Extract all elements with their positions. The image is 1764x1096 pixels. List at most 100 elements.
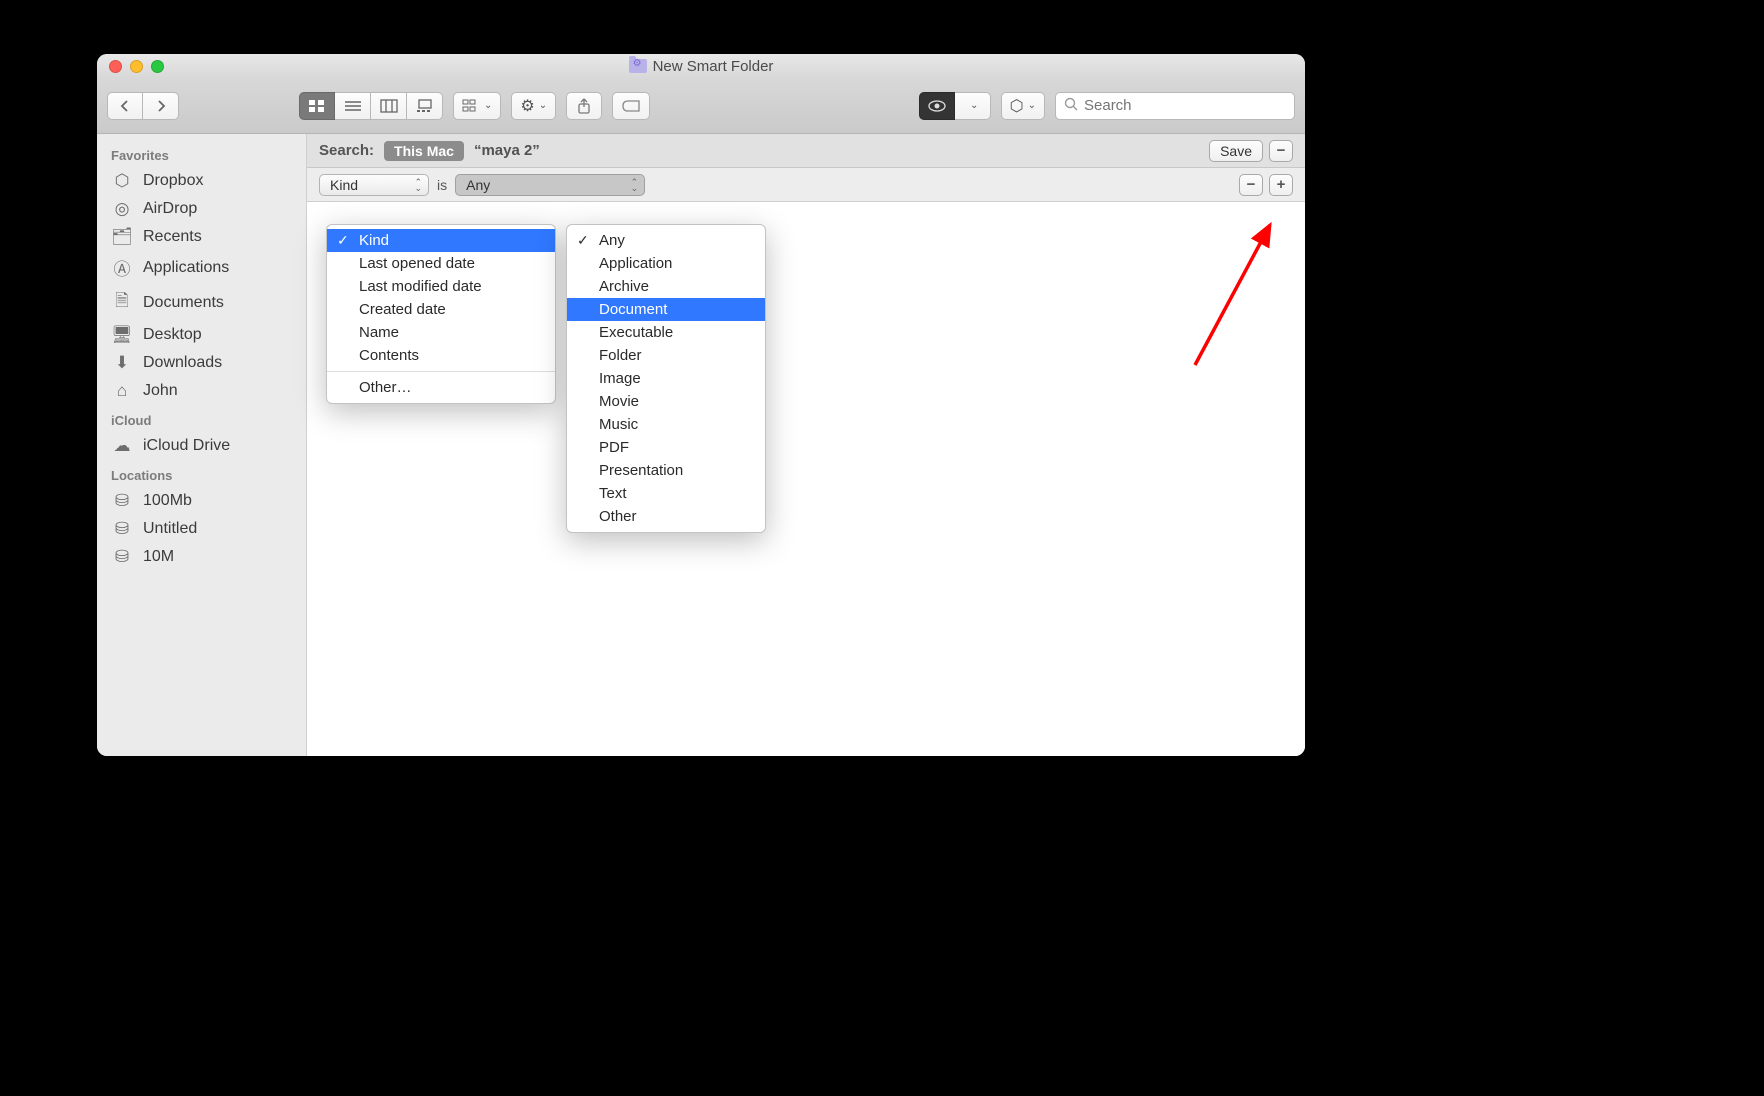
gear-icon: ⚙ <box>520 96 534 116</box>
sidebar-item-label: John <box>143 382 178 400</box>
sidebar-item-untitled[interactable]: ⛁ Untitled <box>97 515 306 543</box>
sidebar: Favorites⬡Dropbox◎AirDrop🗂RecentsⒶApplic… <box>97 134 307 756</box>
disk-icon: ⛁ <box>111 547 133 567</box>
dropdown-item-created-date[interactable]: Created date <box>327 298 555 321</box>
titlebar: New Smart Folder <box>97 54 1305 78</box>
dropdown-item-text[interactable]: Text <box>567 482 765 505</box>
dropdown-item-folder[interactable]: Folder <box>567 344 765 367</box>
sidebar-item-icloud-drive[interactable]: ☁iCloud Drive <box>97 432 306 460</box>
group-by-button[interactable]: ⌄ <box>453 92 501 120</box>
dropdown-item-label: Music <box>599 416 638 433</box>
view-column-mode-button[interactable] <box>371 92 407 120</box>
dropdown-item-document[interactable]: Document <box>567 298 765 321</box>
window-title: New Smart Folder <box>653 58 774 75</box>
recents-icon: 🗂 <box>111 227 133 247</box>
share-button[interactable] <box>566 92 602 120</box>
dropdown-item-contents[interactable]: Contents <box>327 344 555 367</box>
view-gallery-mode-button[interactable] <box>407 92 443 120</box>
sidebar-item-label: 100Mb <box>143 492 192 510</box>
search-label: Search: <box>319 142 374 159</box>
scope-this-mac[interactable]: This Mac <box>384 141 464 161</box>
dropdown-item-label: Document <box>599 301 667 318</box>
window-zoom-button[interactable] <box>151 60 164 73</box>
dropdown-item-application[interactable]: Application <box>567 252 765 275</box>
dropbox-icon: ⬡ <box>1010 96 1024 116</box>
dropdown-item-music[interactable]: Music <box>567 413 765 436</box>
criteria-value-select[interactable]: Any ⌃⌄ <box>455 174 645 196</box>
updown-icon: ⌃⌄ <box>414 179 422 191</box>
dropdown-item-executable[interactable]: Executable <box>567 321 765 344</box>
criteria-value: Any <box>466 177 490 193</box>
dropdown-item-movie[interactable]: Movie <box>567 390 765 413</box>
chevron-down-icon: ⌄ <box>970 100 978 111</box>
airdrop-icon: ◎ <box>111 199 133 219</box>
window-close-button[interactable] <box>109 60 122 73</box>
view-icon-mode-button[interactable] <box>299 92 335 120</box>
chevron-down-icon: ⌄ <box>1028 100 1036 111</box>
criteria-attribute-select[interactable]: Kind ⌃⌄ <box>319 174 429 196</box>
remove-search-button[interactable]: − <box>1269 140 1293 162</box>
action-button[interactable]: ⚙ ⌄ <box>511 92 556 120</box>
applications-icon: Ⓐ <box>111 255 133 280</box>
sidebar-item-recents[interactable]: 🗂Recents <box>97 223 306 251</box>
tags-button[interactable] <box>612 92 650 120</box>
dropdown-item-other[interactable]: Other <box>567 505 765 528</box>
disk-icon: ⛁ <box>111 491 133 511</box>
add-criteria-button[interactable]: + <box>1269 174 1293 196</box>
dropdown-item-pdf[interactable]: PDF <box>567 436 765 459</box>
dropdown-item-label: Any <box>599 232 625 249</box>
sidebar-item-downloads[interactable]: ⬇Downloads <box>97 349 306 377</box>
dropdown-item-label: Last modified date <box>359 278 482 295</box>
sidebar-item-100mb[interactable]: ⛁ 100Mb <box>97 487 306 515</box>
home-icon: ⌂ <box>111 381 133 401</box>
dropdown-item-last-modified-date[interactable]: Last modified date <box>327 275 555 298</box>
forward-button[interactable] <box>143 92 179 120</box>
dropdown-separator <box>327 371 555 372</box>
dropdown-item-label: Archive <box>599 278 649 295</box>
smart-folder-icon <box>629 59 647 73</box>
sidebar-item-desktop[interactable]: 🖥Desktop <box>97 321 306 349</box>
dropbox-smart-sync-button[interactable] <box>919 92 955 120</box>
dropdown-item-label: Folder <box>599 347 642 364</box>
back-button[interactable] <box>107 92 143 120</box>
dropbox-smart-sync-menu-button[interactable]: ⌄ <box>955 92 991 120</box>
criteria-attribute-dropdown: ✓KindLast opened date Last modified date C… <box>326 224 556 404</box>
save-button[interactable]: Save <box>1209 140 1263 162</box>
dropdown-item-image[interactable]: Image <box>567 367 765 390</box>
dropdown-item-label: Image <box>599 370 641 387</box>
sidebar-item-dropbox[interactable]: ⬡Dropbox <box>97 167 306 195</box>
sidebar-item-documents[interactable]: 🗎Documents <box>97 284 306 321</box>
sidebar-item-label: Untitled <box>143 520 197 538</box>
dropdown-item-presentation[interactable]: Presentation <box>567 459 765 482</box>
dropbox-button[interactable]: ⬡ ⌄ <box>1001 92 1045 120</box>
sidebar-item-airdrop[interactable]: ◎AirDrop <box>97 195 306 223</box>
sidebar-section-header: Locations <box>97 460 306 487</box>
criteria-connector: is <box>437 177 447 193</box>
criteria-value-dropdown: ✓ Any Application Archive Document Executable… <box>566 224 766 533</box>
sidebar-item-10m[interactable]: ⛁10M <box>97 543 306 571</box>
sidebar-item-label: Desktop <box>143 326 202 344</box>
criteria-attribute-value: Kind <box>330 177 358 193</box>
dropdown-item-label: Presentation <box>599 462 683 479</box>
disk-icon: ⛁ <box>111 519 133 539</box>
sidebar-item-applications[interactable]: ⒶApplications <box>97 251 306 284</box>
search-field[interactable] <box>1055 92 1295 120</box>
dropdown-item-label: Text <box>599 485 627 502</box>
dropdown-item-any[interactable]: ✓ Any <box>567 229 765 252</box>
scope-folder[interactable]: “maya 2” <box>474 142 540 159</box>
dropdown-item-label: Other <box>599 508 637 525</box>
dropdown-item-kind[interactable]: ✓Kind <box>327 229 555 252</box>
updown-icon: ⌃⌄ <box>631 179 639 191</box>
chevron-down-icon: ⌄ <box>539 100 547 111</box>
sidebar-item-john[interactable]: ⌂ John <box>97 377 306 405</box>
dropdown-item-name[interactable]: Name <box>327 321 555 344</box>
search-input[interactable] <box>1084 97 1286 114</box>
dropdown-item-last-opened-date[interactable]: Last opened date <box>327 252 555 275</box>
window-minimize-button[interactable] <box>130 60 143 73</box>
dropdown-item-other[interactable]: Other… <box>327 376 555 399</box>
view-list-mode-button[interactable] <box>335 92 371 120</box>
check-icon: ✓ <box>577 232 589 249</box>
dropdown-item-archive[interactable]: Archive <box>567 275 765 298</box>
sidebar-section-header: iCloud <box>97 405 306 432</box>
remove-criteria-button[interactable]: − <box>1239 174 1263 196</box>
